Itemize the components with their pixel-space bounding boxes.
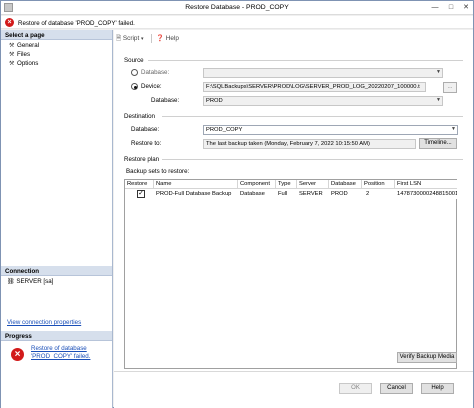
window-title: Restore Database - PROD_COPY [185,4,289,11]
chevron-down-icon: ▼ [451,126,456,132]
column-header-database[interactable]: Database [329,180,362,189]
source-database-select[interactable]: PROD ▼ [203,96,443,106]
progress-error-icon: × [11,348,24,361]
column-header-first-lsn[interactable]: First LSN [395,180,457,189]
page-item-options[interactable]: ⚒ Options [9,60,38,67]
minimize-icon[interactable]: — [429,3,441,12]
destination-group-label: Destination [124,113,155,120]
page-item-general[interactable]: ⚒ General [9,42,39,49]
source-group-label: Source [124,57,144,64]
cell-server: SERVER [297,189,329,199]
column-header-name[interactable]: Name [154,180,238,189]
connection-server: ⛓ SERVER [sa] [7,278,54,285]
cancel-button[interactable]: Cancel [380,383,413,394]
toolbar: 🗎 Script ▾ ❓ Help [114,30,473,46]
script-button[interactable]: 🗎 Script ▾ [116,34,144,45]
progress-error-link-line1[interactable]: Restore of database [31,345,87,352]
script-icon: 🗎 [116,35,122,42]
device-radio[interactable] [131,83,138,90]
cell-component: Database [238,189,276,199]
wrench-icon: ⚒ [9,52,15,58]
restore-to-field: The last backup taken (Monday, February … [203,139,416,149]
chevron-down-icon: ▾ [141,36,144,42]
left-panel: Select a page ⚒ General ⚒ Files ⚒ Options C… [1,30,113,408]
wrench-icon: ⚒ [9,61,15,67]
database-radio[interactable] [131,69,138,76]
close-icon[interactable]: ✕ [460,3,472,12]
source-database-dropdown[interactable]: ▼ [203,68,443,78]
backup-sets-grid: Restore Name Component Type Server Datab… [124,179,457,369]
wrench-icon: ⚒ [9,43,15,49]
help-button[interactable]: Help [421,383,454,394]
footer-divider [114,371,473,372]
device-radio-label: Device: [141,83,162,90]
maximize-icon[interactable]: □ [445,3,457,12]
error-banner: × Restore of database 'PROD_COPY' failed… [1,16,473,29]
cell-first-lsn: 1478730000248815001 [395,189,457,199]
toolbar-separator [151,34,152,43]
restore-database-window: Restore Database - PROD_COPY — □ ✕ × Res… [0,0,474,408]
column-header-position[interactable]: Position [362,180,395,189]
restore-to-label: Restore to: [131,140,162,147]
main-panel: 🗎 Script ▾ ❓ Help Source Database: ▼ Dev… [114,30,473,408]
help-icon: ❓ [156,35,164,42]
source-divider [148,60,463,61]
connection-header: Connection [1,266,112,276]
verify-backup-media-button[interactable]: Verify Backup Media [397,352,457,363]
help-toolbar-button[interactable]: ❓ Help [156,34,179,42]
cell-name: PROD-Full Database Backup [154,189,238,199]
column-header-restore[interactable]: Restore [125,180,154,189]
view-connection-properties-link[interactable]: View connection properties [7,319,81,326]
source-database-label: Database: [151,97,180,104]
timeline-button[interactable]: Timeline... [419,138,457,149]
database-radio-label: Database: [141,69,170,76]
error-icon: × [5,18,14,27]
chevron-down-icon: ▼ [436,69,441,75]
cell-position: 2 [362,189,395,199]
backup-sets-label: Backup sets to restore: [126,168,190,175]
column-header-server[interactable]: Server [297,180,329,189]
select-page-header: Select a page [1,30,112,40]
destination-database-select[interactable]: PROD_COPY ▼ [203,125,458,135]
device-path-field[interactable]: F:\SQLBackups\SERVER\PROD\LOG\SERVER_PRO… [203,82,426,92]
destination-database-label: Database: [131,126,160,133]
column-header-type[interactable]: Type [276,180,297,189]
destination-divider [162,116,463,117]
cell-database: PROD [329,189,362,199]
server-icon: ⛓ [7,279,15,285]
page-item-files[interactable]: ⚒ Files [9,51,30,58]
chevron-down-icon: ▼ [436,97,441,103]
title-bar: Restore Database - PROD_COPY — □ ✕ [1,1,473,15]
error-message: Restore of database 'PROD_COPY' failed. [18,19,135,27]
restore-plan-divider [162,159,463,160]
cell-type: Full [276,189,297,199]
restore-checkbox[interactable]: ✓ [137,190,145,198]
restore-plan-group-label: Restore plan [124,156,160,163]
progress-error-link-line2[interactable]: 'PROD_COPY' failed. [31,353,90,360]
browse-device-button[interactable]: ... [443,82,457,93]
ok-button[interactable]: OK [339,383,372,394]
column-header-component[interactable]: Component [238,180,276,189]
progress-header: Progress [1,331,112,341]
